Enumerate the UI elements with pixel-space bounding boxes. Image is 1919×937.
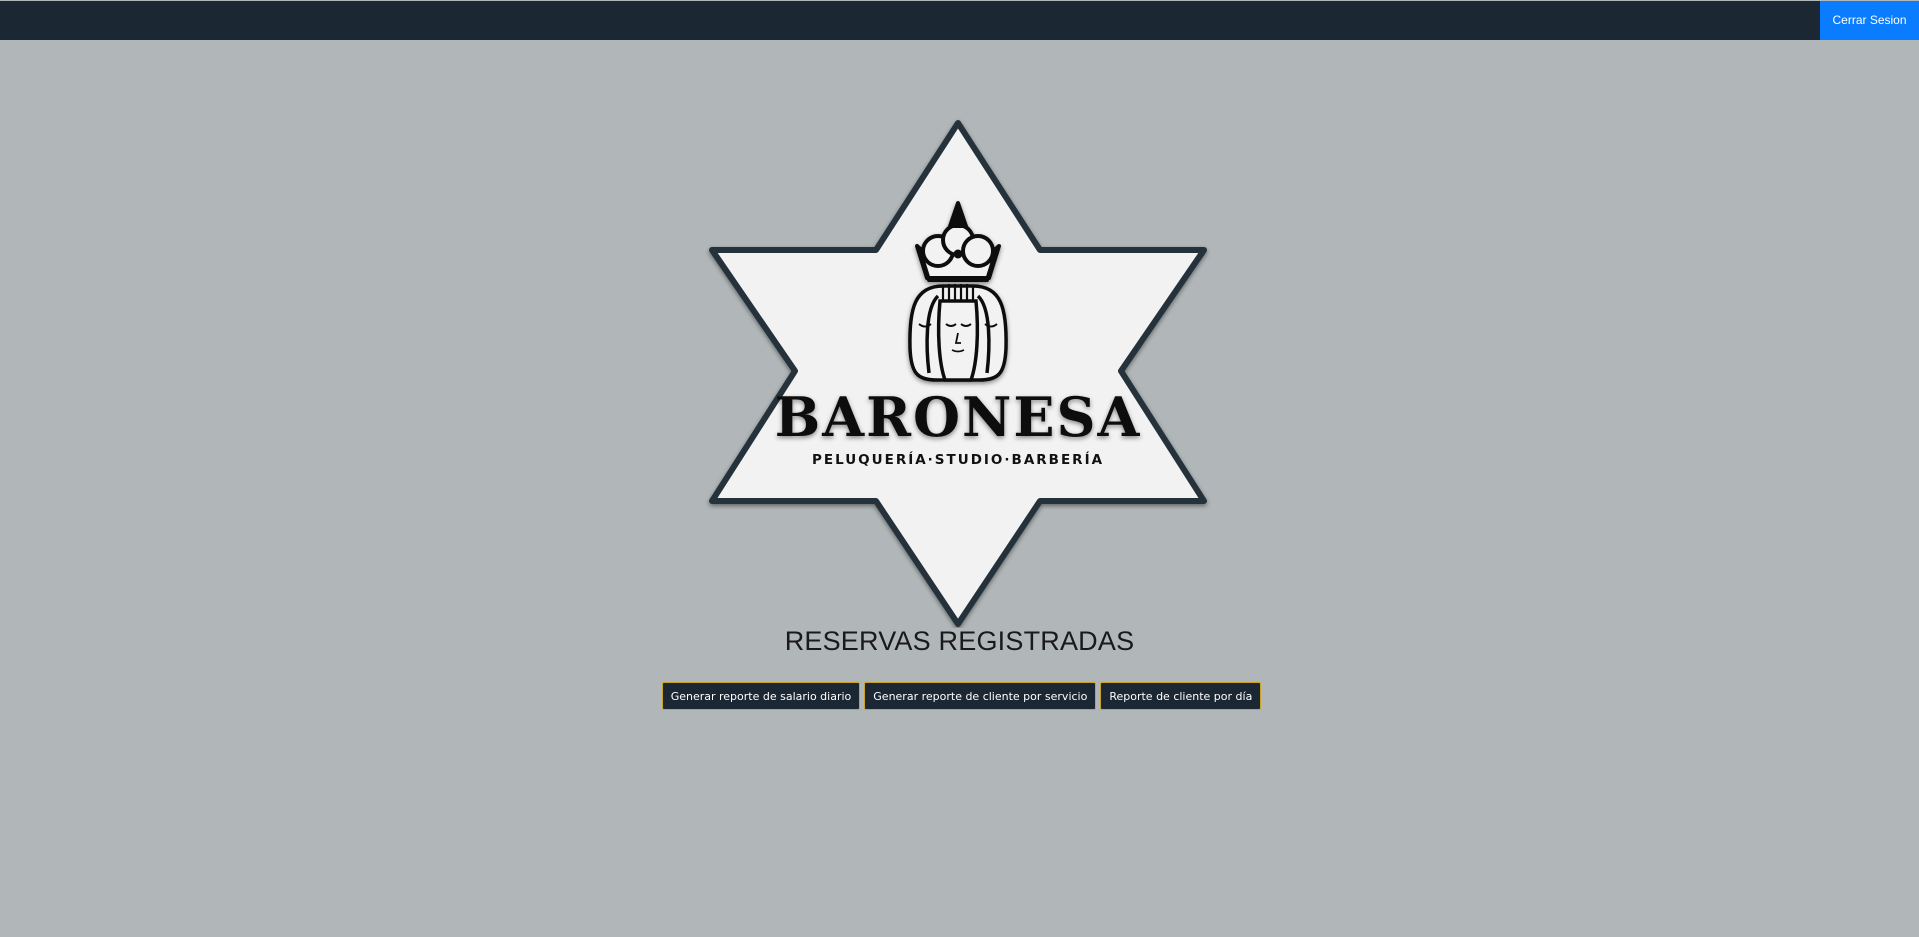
page-title: RESERVAS REGISTRADAS xyxy=(784,626,1135,656)
brand-name: BARONESA xyxy=(775,385,1142,449)
client-by-day-report-button[interactable]: Reporte de cliente por día xyxy=(1100,682,1262,710)
logout-button[interactable]: Cerrar Sesion xyxy=(1820,1,1919,40)
daily-salary-report-button[interactable]: Generar reporte de salario diario xyxy=(661,682,861,710)
report-actions: Generar reporte de salario diario Genera… xyxy=(0,682,1919,710)
brand-tagline: PELUQUERÍA·STUDIO·BARBERÍA xyxy=(812,451,1104,468)
star-crown-face-logo-icon: BARONESA PELUQUERÍA·STUDIO·BARBERÍA xyxy=(709,120,1207,627)
face-icon xyxy=(908,284,1008,382)
baronesa-logo: BARONESA PELUQUERÍA·STUDIO·BARBERÍA xyxy=(705,118,1211,628)
client-by-service-report-button[interactable]: Generar reporte de cliente por servicio xyxy=(864,682,1097,710)
top-navbar: Cerrar Sesion xyxy=(0,1,1919,40)
